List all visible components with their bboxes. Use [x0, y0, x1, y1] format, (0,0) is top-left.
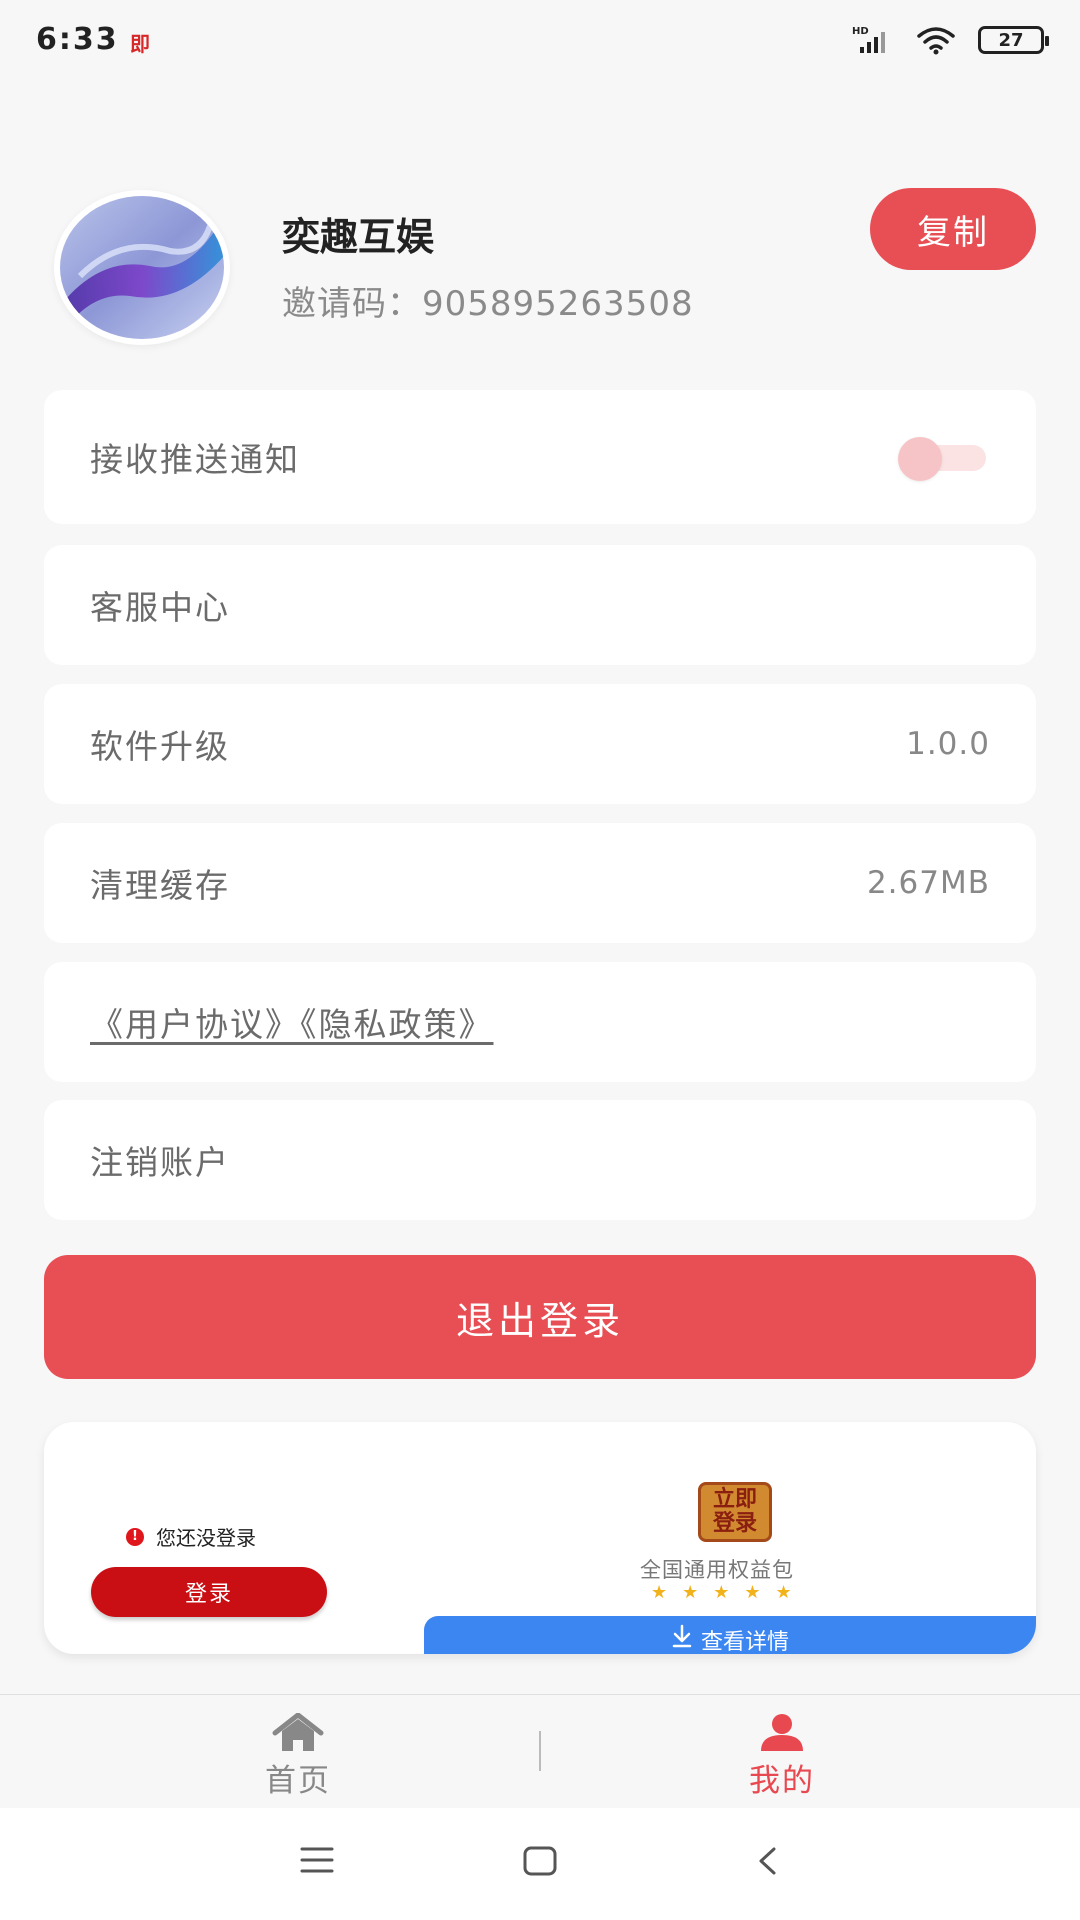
login-warning-text: 您还没登录 [156, 1526, 256, 1550]
profile-name: 奕趣互娱 [282, 215, 435, 259]
clear-cache-row[interactable]: 清理缓存 2.67MB [44, 823, 1036, 943]
wifi-icon [917, 27, 955, 55]
push-notification-row: 接收推送通知 [44, 390, 1036, 524]
status-icons: HD 27 [852, 22, 1049, 58]
avatar[interactable] [54, 190, 230, 345]
invite-code-label: 邀请码： [282, 284, 422, 324]
menu-icon[interactable] [300, 1846, 334, 1874]
software-upgrade-label: 软件升级 [90, 727, 230, 766]
warning-icon: ! [126, 1527, 144, 1546]
push-notification-toggle[interactable] [898, 437, 990, 481]
invite-code-line: 邀请码：905895263508 [282, 276, 694, 325]
cancel-account-row[interactable]: 注销账户 [44, 1100, 1036, 1220]
battery-indicator: 27 [978, 26, 1049, 54]
agreement-row: 《用户协议》《隐私政策》 [44, 962, 1036, 1082]
nav-label-mine: 我的 [749, 1763, 815, 1799]
signal-icon: HD [852, 26, 885, 53]
ad-promo-text: 全国通用权益包 [640, 1558, 794, 1582]
network-type-label: HD [852, 26, 869, 37]
view-details-button[interactable]: 查看详情 [424, 1616, 1036, 1654]
person-icon [761, 1714, 803, 1751]
toggle-knob [898, 437, 942, 481]
bottom-nav: 首页 我的 [0, 1694, 1080, 1808]
download-icon [672, 1624, 692, 1648]
ad-login-button[interactable]: 登录 [91, 1567, 327, 1617]
back-icon[interactable] [756, 1846, 778, 1876]
software-upgrade-row[interactable]: 软件升级 1.0.0 [44, 684, 1036, 804]
logout-button[interactable]: 退出登录 [44, 1255, 1036, 1379]
system-nav-bar [0, 1808, 1080, 1920]
agreement-link[interactable]: 《用户协议》《隐私政策》 [90, 998, 494, 1046]
rating-stars: ★★★★★ [651, 1582, 807, 1603]
cancel-account-label: 注销账户 [90, 1143, 230, 1182]
home-square-icon[interactable] [523, 1846, 557, 1876]
status-bar: 6:33 即 HD 27 [0, 0, 1080, 80]
login-stamp-logo: 立即登录 [698, 1482, 772, 1542]
version-value: 1.0.0 [906, 726, 990, 762]
nav-divider [539, 1731, 541, 1771]
nav-label-home: 首页 [265, 1763, 331, 1799]
ad-banner[interactable]: ! 您还没登录 登录 立即登录 全国通用权益包 ★★★★★ 查看详情 [44, 1422, 1036, 1654]
nav-item-mine[interactable]: 我的 [702, 1713, 862, 1800]
invite-code-value: 905895263508 [422, 284, 694, 324]
clear-cache-label: 清理缓存 [90, 866, 230, 905]
battery-level: 27 [998, 29, 1024, 51]
stamp-text: 立即登录 [712, 1487, 757, 1536]
notification-icon: 即 [130, 32, 150, 56]
nav-item-home[interactable]: 首页 [218, 1713, 378, 1800]
copy-button[interactable]: 复制 [870, 188, 1036, 270]
cache-size-value: 2.67MB [866, 865, 990, 901]
view-details-label: 查看详情 [700, 1630, 789, 1654]
customer-service-label: 客服中心 [90, 588, 230, 627]
push-notification-label: 接收推送通知 [90, 440, 300, 479]
status-time: 6:33 [36, 22, 119, 57]
customer-service-row[interactable]: 客服中心 [44, 545, 1036, 665]
avatar-image [60, 196, 224, 339]
home-icon [272, 1713, 324, 1751]
login-warning: ! 您还没登录 [126, 1522, 256, 1551]
